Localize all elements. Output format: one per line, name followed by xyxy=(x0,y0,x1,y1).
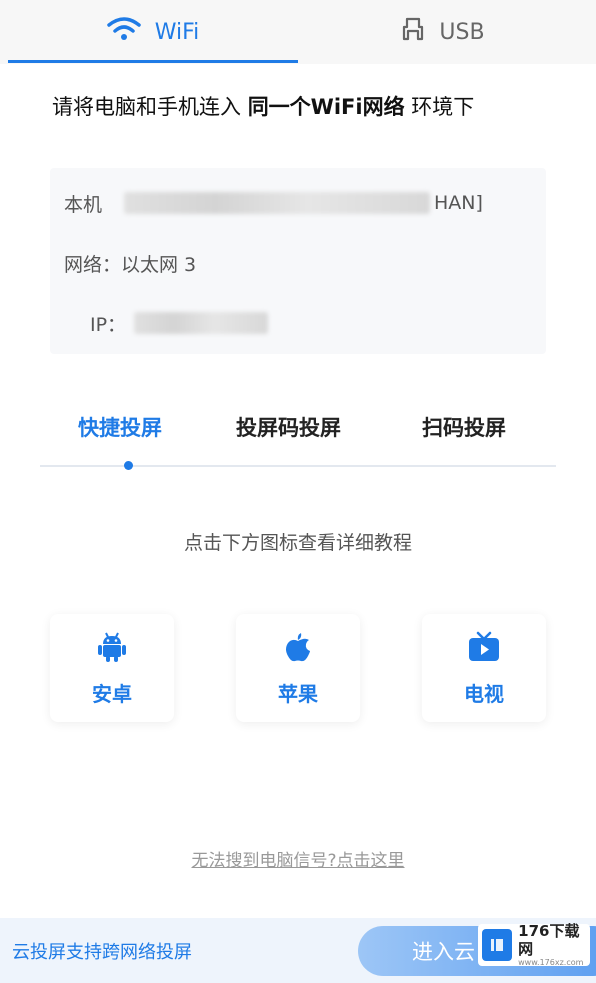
apple-icon xyxy=(281,630,315,668)
tab-wifi-label: WiFi xyxy=(154,19,200,45)
instruction-emphasis: 同一个WiFi网络 xyxy=(247,95,405,119)
apple-card[interactable]: 苹果 xyxy=(236,614,360,722)
watermark-text: 176下载网 www.176xz.com xyxy=(518,922,590,968)
mode-tabs-divider xyxy=(40,465,556,467)
ip-label: IP： xyxy=(90,313,127,336)
instruction-prefix: 请将电脑和手机连入 xyxy=(52,95,248,119)
device-info-card: 本机 HAN] 网络： 以太网 3 IP： xyxy=(50,168,546,354)
host-name-redacted xyxy=(124,192,431,214)
tab-usb-label: USB xyxy=(439,19,485,45)
android-icon xyxy=(95,630,129,668)
active-mode-indicator xyxy=(124,461,133,470)
help-link[interactable]: 无法搜到电脑信号?点击这里 xyxy=(0,846,596,871)
android-card[interactable]: 安卓 xyxy=(50,614,174,722)
active-tab-indicator xyxy=(8,60,298,63)
tv-card[interactable]: 电视 xyxy=(422,614,546,722)
tutorial-hint: 点击下方图标查看详细教程 xyxy=(183,532,412,554)
ip-row: IP： xyxy=(90,306,269,340)
connection-tabs: WiFi USB xyxy=(0,0,596,64)
network-value: 以太网 3 xyxy=(121,253,197,276)
cast-mode-tabs: 快捷投屏 投屏码投屏 扫码投屏 xyxy=(40,400,556,470)
watermark-subtitle: www.176xz.com xyxy=(518,958,584,967)
tab-usb[interactable]: USB xyxy=(298,0,588,64)
tv-label: 电视 xyxy=(464,681,504,706)
tab-code-cast[interactable]: 投屏码投屏 xyxy=(236,412,341,442)
tab-wifi[interactable]: WiFi xyxy=(8,0,298,64)
instruction-suffix: 环境下 xyxy=(404,95,475,119)
tab-scan-cast[interactable]: 扫码投屏 xyxy=(422,412,506,442)
host-name-tail: HAN] xyxy=(434,192,483,214)
host-label: 本机 xyxy=(64,193,103,216)
tab-quick-cast[interactable]: 快捷投屏 xyxy=(78,412,162,442)
wifi-icon xyxy=(106,17,141,47)
site-watermark: 176下载网 www.176xz.com xyxy=(478,922,590,968)
network-label: 网络： xyxy=(64,253,122,276)
apple-label: 苹果 xyxy=(278,681,318,706)
android-label: 安卓 xyxy=(92,681,132,706)
cloud-cast-text: 云投屏支持跨网络投屏 xyxy=(12,942,192,963)
network-row: 网络： 以太网 3 xyxy=(64,246,196,280)
ip-value-redacted xyxy=(134,312,269,334)
usb-icon xyxy=(401,17,425,47)
watermark-logo-icon xyxy=(482,929,513,961)
host-row: 本机 HAN] xyxy=(64,186,483,220)
tv-icon xyxy=(467,630,501,668)
connection-instruction: 请将电脑和手机连入 同一个WiFi网络 环境下 xyxy=(52,90,522,124)
watermark-title: 176下载网 xyxy=(518,922,580,958)
